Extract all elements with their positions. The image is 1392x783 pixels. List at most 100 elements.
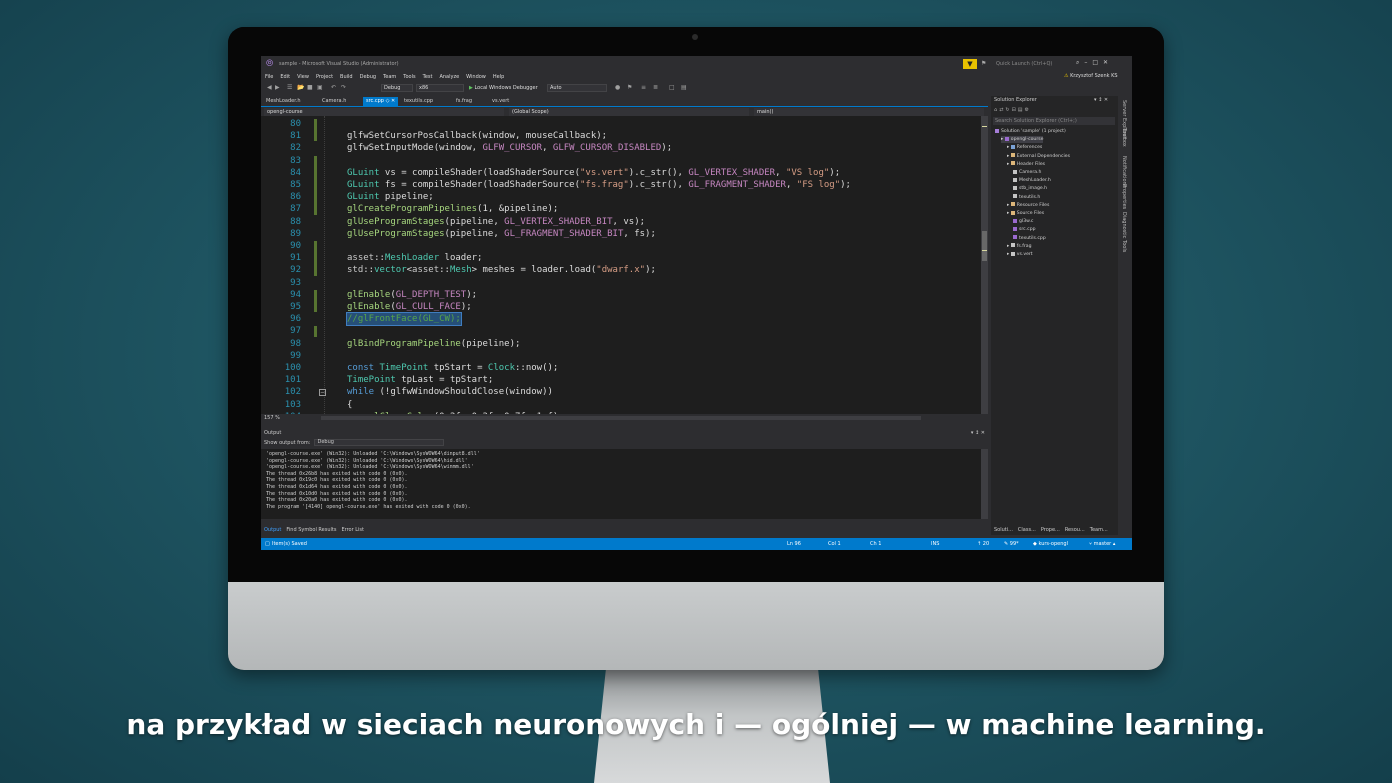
tree-item-vs-vert[interactable]: ▸ vs.vert [1007, 251, 1033, 258]
code-text[interactable]: glEnable(GL_DEPTH_TEST); [347, 289, 477, 301]
code-line[interactable]: 82 glfwSetInputMode(window, GLFW_CURSOR, … [261, 142, 981, 154]
tab-vs-vert[interactable]: vs.vert [489, 97, 512, 106]
code-line[interactable]: 80 [261, 118, 981, 130]
menu-team[interactable]: Team [383, 72, 396, 82]
code-line[interactable]: 86 GLuint pipeline; [261, 191, 981, 203]
open-file-icon[interactable]: 📂 [297, 84, 304, 91]
code-text[interactable]: glUseProgramStages(pipeline, GL_VERTEX_S… [347, 216, 645, 228]
code-line[interactable]: 81 glfwSetCursorPosCallback(window, mouse… [261, 130, 981, 142]
code-line[interactable]: 103 { [261, 399, 981, 411]
solution-tab[interactable]: Soluti... [994, 527, 1013, 533]
code-line[interactable]: 89 glUseProgramStages(pipeline, GL_FRAGME… [261, 228, 981, 240]
menu-build[interactable]: Build [340, 72, 353, 82]
tab-texutils-cpp[interactable]: texutils.cpp [401, 97, 436, 106]
feedback-filter-icon[interactable]: ▼ [963, 59, 977, 69]
forward-icon[interactable]: ▶ [275, 84, 280, 91]
output-text[interactable]: 'opengl-course.exe' (Win32): Unloaded 'C… [261, 449, 988, 519]
code-text[interactable]: glfwSetCursorPosCallback(window, mouseCa… [347, 130, 607, 142]
status-push-count[interactable]: ↑ 20 [977, 538, 989, 550]
solution-tab[interactable]: Prope... [1041, 527, 1060, 533]
side-tab-diagnostic-tools[interactable]: Diagnostic Tools [1121, 212, 1127, 252]
editor-vertical-scrollbar[interactable] [981, 116, 988, 414]
code-line[interactable]: 92 std::vector<asset::Mesh> meshes = load… [261, 264, 981, 276]
close-icon[interactable]: ✕ [1104, 97, 1108, 103]
code-line[interactable]: 97 [261, 325, 981, 337]
code-line[interactable]: 100 const TimePoint tpStart = Clock::now(… [261, 362, 981, 374]
member-dropdown[interactable]: main() [754, 108, 984, 116]
tab-fs-frag[interactable]: fs.frag [453, 97, 475, 106]
solution-tab[interactable]: Resou... [1065, 527, 1085, 533]
code-line[interactable]: 96 //glFrontFace(GL_CW); [261, 312, 981, 327]
save-icon[interactable]: ■ [307, 84, 313, 91]
zoom-level[interactable]: 157 % [264, 415, 280, 421]
output-scrollbar[interactable] [981, 449, 988, 519]
code-line[interactable]: 101 TimePoint tpLast = tpStart; [261, 374, 981, 386]
code-line[interactable]: 95 glEnable(GL_CULL_FACE); [261, 301, 981, 313]
menu-view[interactable]: View [297, 72, 309, 82]
back-icon[interactable]: ◀ [267, 84, 272, 91]
code-line[interactable]: 90 [261, 240, 981, 252]
code-text[interactable]: const TimePoint tpStart = Clock::now(); [347, 362, 558, 374]
menu-file[interactable]: File [265, 72, 273, 82]
find-icon[interactable]: □ [669, 84, 675, 91]
project-dropdown[interactable]: opengl-course [264, 108, 504, 116]
status-branch[interactable]: ⑂ master ▴ [1089, 538, 1115, 550]
scope-dropdown[interactable]: (Global Scope) [509, 108, 749, 116]
side-tab-properties[interactable]: Properties [1121, 184, 1127, 209]
tab-find-symbol-results[interactable]: Find Symbol Results [286, 526, 336, 535]
tree-item-solution-sample-1-project-[interactable]: Solution 'sample' (1 project) [995, 128, 1066, 135]
tree-item-stb-image-h[interactable]: stb_image.h [1013, 185, 1047, 192]
solution-explorer-buttons[interactable]: ▾ ↕ ✕ [1094, 97, 1108, 103]
menu-project[interactable]: Project [316, 72, 333, 82]
tree-item-meshloader-h[interactable]: MeshLoader.h [1013, 177, 1051, 184]
solution-explorer-toolbar[interactable]: ⌂⇄↻⊟▤⚙ [994, 107, 1031, 113]
code-text[interactable]: glfwSetInputMode(window, GLFW_CURSOR, GL… [347, 142, 672, 154]
close-icon[interactable]: ✕ [1103, 59, 1113, 66]
code-text[interactable]: glUseProgramStages(pipeline, GL_FRAGMENT… [347, 228, 656, 240]
menu-edit[interactable]: Edit [280, 72, 290, 82]
tab-output[interactable]: Output [264, 526, 281, 535]
comment-icon[interactable]: ≡ [641, 84, 646, 91]
window-controls[interactable]: ⌕–□✕ [1076, 59, 1113, 67]
format-icon[interactable]: ▤ [681, 84, 687, 91]
code-line[interactable]: 84 GLuint vs = compileShader(loadShaderSo… [261, 167, 981, 179]
code-text[interactable]: GLuint pipeline; [347, 191, 434, 203]
menu-debug[interactable]: Debug [360, 72, 376, 82]
code-line[interactable]: 87 glCreateProgramPipelines(1, &pipeline)… [261, 203, 981, 215]
output-source-select[interactable]: Debug [314, 439, 445, 446]
pin-icon[interactable]: ↕ [975, 430, 979, 436]
tree-item-external-dependencies[interactable]: ▸ External Dependencies [1007, 153, 1070, 160]
code-line[interactable]: 83 [261, 155, 981, 167]
tree-item-resource-files[interactable]: ▸ Resource Files [1007, 202, 1049, 209]
code-line[interactable]: 94 glEnable(GL_DEPTH_TEST); [261, 289, 981, 301]
code-editor[interactable]: 80 81 glfwSetCursorPosCallback(window, mou… [261, 116, 988, 414]
tree-item-camera-h[interactable]: Camera.h [1013, 169, 1041, 176]
code-line[interactable]: 85 GLuint fs = compileShader(loadShaderSo… [261, 179, 981, 191]
pin-icon[interactable]: ↕ [1098, 97, 1102, 103]
close-icon[interactable]: ✕ [981, 430, 985, 436]
code-text[interactable]: TimePoint tpLast = tpStart; [347, 374, 493, 386]
tree-item-header-files[interactable]: ▸ Header Files [1007, 161, 1045, 168]
tree-item-gl3w-c[interactable]: gl3w.c [1013, 218, 1033, 225]
code-text[interactable]: glBindProgramPipeline(pipeline); [347, 338, 520, 350]
solution-tab[interactable]: Class... [1018, 527, 1036, 533]
code-text[interactable]: GLuint fs = compileShader(loadShaderSour… [347, 179, 851, 191]
menu-tools[interactable]: Tools [403, 72, 415, 82]
bookmark-icon[interactable]: ⚑ [627, 84, 632, 91]
code-text[interactable]: std::vector<asset::Mesh> meshes = loader… [347, 264, 656, 276]
configuration-select[interactable]: Debug [381, 84, 413, 92]
code-text[interactable]: { [347, 399, 352, 411]
code-line[interactable]: 98 glBindProgramPipeline(pipeline); [261, 338, 981, 350]
tree-item-opengl-course[interactable]: ▸ opengl-course [1001, 136, 1044, 144]
code-line[interactable]: 99 [261, 350, 981, 362]
platform-select[interactable]: x86 [416, 84, 464, 92]
menu-analyze[interactable]: Analyze [439, 72, 459, 82]
code-text[interactable]: glEnable(GL_CULL_FACE); [347, 301, 472, 313]
properties-icon[interactable]: ⚙ [1025, 107, 1031, 113]
maximize-icon[interactable]: □ [1092, 59, 1103, 66]
dropdown-icon[interactable]: ▾ [971, 430, 974, 436]
menu-test[interactable]: Test [423, 72, 433, 82]
undo-icon[interactable]: ↶ [331, 84, 336, 91]
code-text[interactable]: GLuint vs = compileShader(loadShaderSour… [347, 167, 840, 179]
menu-help[interactable]: Help [493, 72, 504, 82]
